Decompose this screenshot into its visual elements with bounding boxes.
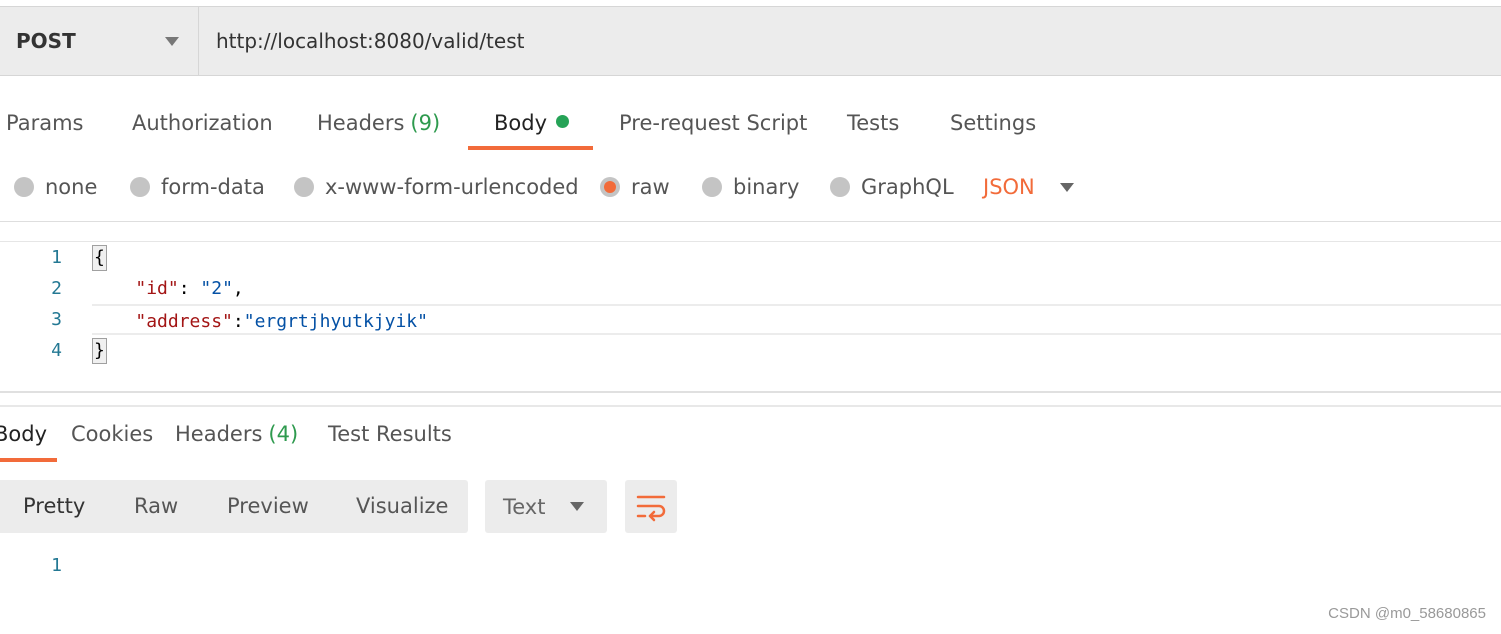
code-text: "address":"ergrtjhyutkjyik" [135,311,428,332]
body-editor[interactable]: 1 { 2 "id": "2", 3 "address":"ergrtjhyut… [0,242,1501,390]
tab-label: Authorization [132,111,273,135]
matched-brace: } [92,338,107,364]
editor-line: 2 "id": "2", [0,273,1501,304]
tab-headers[interactable]: Headers (9) [317,100,440,146]
headers-count-badge: (4) [268,422,299,446]
tab-test-results[interactable]: Test Results [328,412,452,456]
radio-x-www-form-urlencoded[interactable]: x-www-form-urlencoded [294,166,579,208]
editor-line: 4 } [0,335,1501,366]
line-number: 1 [51,247,62,268]
editor-line-current: "address":"ergrtjhyutkjyik" [92,304,1501,335]
body-type-options: none form-data x-www-form-urlencoded raw… [0,166,1501,208]
method-label: POST [16,29,76,53]
radio-icon [14,177,34,197]
method-select[interactable]: POST [0,7,199,75]
chevron-down-icon [1059,182,1074,192]
json-value: "2" [200,278,233,299]
response-format-select[interactable]: Text [485,480,607,533]
tab-tests[interactable]: Tests [847,100,899,146]
tab-label: Headers [317,111,405,135]
radio-label: GraphQL [861,175,954,199]
radio-label: form-data [161,175,265,199]
radio-graphql[interactable]: GraphQL [830,166,954,208]
status-dot-icon [556,115,570,128]
divider [0,405,1501,407]
radio-icon [294,177,314,197]
tab-label: Headers [175,422,263,446]
response-tabs: Body Cookies Headers (4) Test Results [0,412,1501,464]
view-label: Visualize [356,494,449,518]
request-url-bar: POST http://localhost:8080/valid/test [0,6,1501,76]
radio-none[interactable]: none [14,166,97,208]
line-number: 1 [51,555,62,576]
wrap-lines-button[interactable] [625,480,677,533]
code-text: "id": "2", [135,278,244,299]
tab-settings[interactable]: Settings [950,100,1036,146]
code-text: } [92,335,107,366]
tab-body[interactable]: Body [494,100,570,146]
view-pretty[interactable]: Pretty [23,480,85,533]
format-label: Text [503,494,546,519]
code-text: { [92,242,107,273]
radio-icon [830,177,850,197]
active-tab-indicator [0,458,57,462]
editor-line: 1 { [0,242,1501,273]
radio-icon [702,177,722,197]
tab-label: Cookies [71,422,154,446]
divider [0,221,1501,222]
view-raw[interactable]: Raw [134,480,178,533]
view-preview[interactable]: Preview [227,480,309,533]
line-number: 4 [51,340,62,361]
tab-pre-request-script[interactable]: Pre-request Script [619,100,807,146]
json-key: "id" [135,278,179,299]
radio-icon [130,177,150,197]
url-input[interactable]: http://localhost:8080/valid/test [199,29,524,53]
tab-response-body[interactable]: Body [0,412,47,456]
view-visualize[interactable]: Visualize [356,480,448,533]
radio-label: binary [733,175,800,199]
line-number: 3 [51,309,62,330]
wrap-lines-icon [636,495,666,521]
tab-label: Test Results [328,422,452,446]
line-number: 2 [51,278,62,299]
tab-label: Tests [847,111,900,135]
tab-label: Pre-request Script [619,111,808,135]
radio-label: raw [631,175,670,199]
response-view-modes: Pretty Raw Preview Visualize [0,480,468,533]
matched-brace: { [92,245,107,271]
radio-selected-icon [600,177,620,197]
headers-count-badge: (9) [410,111,441,135]
json-key: "address" [135,311,233,332]
tab-label: Params [6,111,84,135]
json-value: "ergrtjhyutkjyik" [243,311,428,332]
watermark: CSDN @m0_58680865 [1328,605,1486,622]
chevron-down-icon [165,37,179,46]
view-label: Preview [227,494,309,518]
tab-cookies[interactable]: Cookies [71,412,153,456]
format-select[interactable]: JSON [983,166,1074,208]
divider [0,391,1501,393]
tab-response-headers[interactable]: Headers (4) [175,412,298,456]
tab-label: Body [494,111,548,135]
radio-form-data[interactable]: form-data [130,166,265,208]
tab-authorization[interactable]: Authorization [132,100,273,146]
tab-label: Body [0,422,48,446]
radio-binary[interactable]: binary [702,166,799,208]
tab-params[interactable]: Params [6,100,84,146]
active-tab-indicator [468,146,593,150]
radio-label: none [45,175,98,199]
request-tabs: Params Authorization Headers (9) Body Pre… [0,100,1501,152]
format-label: JSON [983,175,1035,199]
tab-label: Settings [950,111,1037,135]
view-label: Pretty [23,494,86,518]
chevron-down-icon [570,502,585,511]
radio-raw[interactable]: raw [600,166,670,208]
radio-label: x-www-form-urlencoded [325,175,579,199]
view-label: Raw [134,494,179,518]
